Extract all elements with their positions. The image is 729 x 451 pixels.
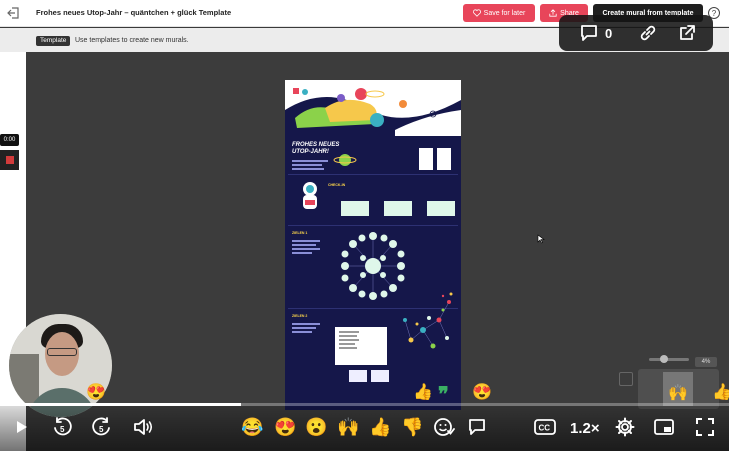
fit-view-button[interactable] [619,372,633,386]
board-doc-2 [437,148,451,170]
comment-icon [469,419,485,435]
zielen-2-label: ZIELEN 2 [292,314,308,318]
closed-captions-icon: CC [534,419,556,435]
captions-button[interactable]: CC [532,416,558,438]
checkin-label: CHECK-IN [328,183,346,187]
copy-link-button[interactable] [638,23,658,43]
heart-icon [472,9,481,17]
board-divider [288,174,458,175]
zielen-2-thumb-1 [349,370,367,382]
floating-toolbar: 0 [559,15,713,51]
mouse-cursor-icon [537,234,545,244]
floating-reaction: ❞ [438,384,449,406]
playback-speed-button[interactable]: 1.2× [570,420,600,437]
comment-count: 0 [605,25,613,41]
reaction-wow-button[interactable]: 😮 [305,417,327,437]
reaction-thumbs-up-button[interactable]: 👍 [369,417,391,437]
add-reaction-button[interactable] [432,416,456,438]
fullscreen-icon [696,418,714,436]
pip-icon [654,419,674,435]
svg-text:5: 5 [99,425,104,434]
reaction-celebrate-button[interactable]: 🙌 [337,417,359,437]
zoom-slider-handle[interactable] [660,355,668,363]
settings-button[interactable] [613,416,637,438]
record-stop-button[interactable] [0,150,19,170]
board-hero-illustration [285,80,461,136]
checkin-sticky-2 [384,201,412,216]
app: Frohes neues Utop-Jahr – quäntchen + glü… [0,0,729,451]
webcam-person-glasses [47,348,77,356]
forward-5-icon: 5 [92,417,110,436]
play-icon [17,421,27,433]
comment-icon [581,25,597,41]
floating-reaction: 👍 [413,384,433,401]
board-title: Frohes neues Utop-Jahr – quäntchen + glü… [36,8,232,17]
template-tag: Template [36,36,71,46]
stop-icon [5,156,14,164]
floating-reaction: 👍 [712,384,729,401]
floating-reaction: 😍 [86,384,106,401]
reaction-thumbs-down-button[interactable]: 👎 [401,417,423,437]
external-link-icon [680,25,695,40]
network-graphic [403,292,453,349]
volume-icon [134,419,153,435]
picture-in-picture-button[interactable] [652,416,676,438]
rewind-5-icon: 5 [54,417,72,436]
comments-button[interactable]: 0 [579,23,612,43]
planet-icon [333,154,357,166]
upload-icon [549,9,557,17]
gear-icon [615,417,635,437]
link-icon [640,25,656,41]
board-divider [288,225,458,226]
save-for-later-label: Save for later [483,9,526,17]
reaction-laugh-button[interactable]: 😂 [241,417,263,437]
volume-button[interactable] [131,416,155,438]
exit-icon[interactable] [6,6,20,20]
mural-board[interactable]: FROHES NEUES UTOP-JAHR! CHECK-IN ZIELEN … [285,80,461,410]
zielen-2-thumb-2 [371,370,389,382]
open-external-button[interactable] [677,23,697,43]
zielen-2-text [292,323,322,333]
svg-text:CC: CC [539,424,551,433]
play-button[interactable] [10,416,32,438]
zielen-2-card [335,327,387,365]
comment-button[interactable] [465,416,489,438]
space-illustration [285,88,461,136]
checkin-sticky-1 [341,201,369,216]
zielen-1-label: ZIELEN 1 [292,231,308,235]
board-heading-line1: FROHES NEUES [292,142,340,148]
checkin-sticky-3 [427,201,455,216]
zoom-percent[interactable]: 4% [695,357,717,367]
forward-5-button[interactable]: 5 [90,416,114,438]
fullscreen-button[interactable] [693,416,717,438]
emoji-add-icon [434,418,455,436]
save-for-later-button[interactable]: Save for later [463,4,535,22]
zielen-1-text [292,240,322,254]
recording-time: 0:00 [0,134,19,146]
svg-text:5: 5 [60,425,65,434]
rewind-5-button[interactable]: 5 [50,416,74,438]
zoom-slider[interactable] [649,358,689,361]
board-subtext [292,160,332,170]
floating-reaction: 🙌 [668,385,688,402]
template-banner-text: Use templates to create new murals. [75,37,189,44]
astronaut-icon [303,182,317,209]
board-doc-1 [419,148,433,170]
reaction-love-button[interactable]: 😍 [274,417,296,437]
floating-reaction: 😍 [472,384,492,401]
